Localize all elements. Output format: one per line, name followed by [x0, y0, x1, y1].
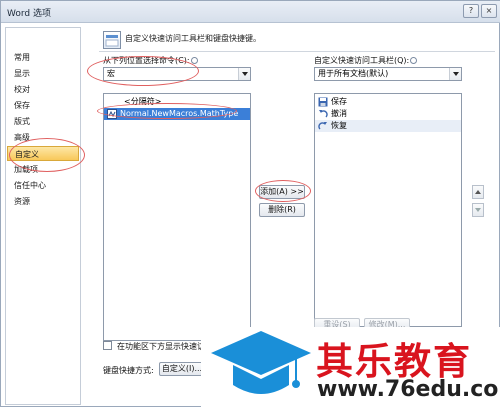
graduation-cap-logo [211, 331, 311, 394]
redo-icon [318, 121, 328, 131]
sidebar-item-save[interactable]: 保存 [7, 98, 79, 113]
sidebar-item-display[interactable]: 显示 [7, 66, 79, 81]
watermark-url: www.76edu.com [317, 377, 500, 402]
sidebar-item-proofing[interactable]: 校对 [7, 82, 79, 97]
customize-toolbar-icon [103, 31, 121, 49]
sidebar-item-layout[interactable]: 版式 [7, 114, 79, 129]
close-button[interactable]: × [481, 4, 497, 18]
keyboard-shortcuts-label: 键盘快捷方式: [103, 366, 154, 375]
save-icon [318, 97, 328, 107]
close-icon: × [485, 6, 493, 15]
options-sidebar: 常用 显示 校对 保存 版式 高级 自定义 加载项 信任中心 资源 [5, 27, 85, 405]
info-icon [410, 57, 418, 64]
watermark: 其乐教育 www.76edu.com [201, 327, 500, 407]
customize-toolbar-label: 自定义快速访问工具栏(Q): [314, 55, 418, 66]
quick-access-toolbar-listbox[interactable]: 保存 撤消 恢复 [314, 93, 462, 327]
customize-toolbar-value: 用于所有文档(默认) [318, 69, 389, 78]
word-options-dialog: Word 选项 ? × 常用 显示 校对 保存 版式 高级 自定义 加载项 信任… [0, 0, 500, 407]
help-button[interactable]: ? [463, 4, 479, 18]
undo-icon [318, 109, 328, 119]
title-bar: Word 选项 ? × [1, 1, 500, 23]
move-up-button[interactable] [472, 185, 484, 199]
sidebar-item-popular[interactable]: 常用 [7, 50, 79, 65]
move-down-button[interactable] [472, 203, 484, 217]
header-divider [99, 51, 495, 52]
remove-button[interactable]: 删除(R) [259, 203, 305, 217]
section-header: 自定义快速访问工具栏和键盘快捷键。 [125, 34, 261, 43]
commands-listbox[interactable]: <分隔符> Normal.NewMacros.MathType [103, 93, 251, 341]
annotation-ring-macro-dropdown [87, 56, 199, 86]
help-icon: ? [468, 6, 474, 15]
list-item-undo[interactable]: 撤消 [315, 108, 461, 120]
window-title: Word 选项 [7, 9, 51, 19]
list-item-save[interactable]: 保存 [315, 96, 461, 108]
sidebar-item-resources[interactable]: 资源 [7, 194, 79, 209]
show-below-ribbon-label: 在功能区下方显示快速访问 [117, 342, 213, 351]
chevron-down-icon[interactable] [238, 68, 250, 80]
annotation-ring-customize [9, 138, 85, 172]
show-below-ribbon-checkbox[interactable] [103, 341, 112, 350]
customize-toolbar-dropdown[interactable]: 用于所有文档(默认) [314, 67, 462, 81]
sidebar-item-trust-center[interactable]: 信任中心 [7, 178, 79, 193]
annotation-ring-add-button [255, 180, 311, 202]
customize-shortcuts-button[interactable]: 自定义(I)... [159, 362, 205, 376]
chevron-down-icon[interactable] [449, 68, 461, 80]
list-item-redo[interactable]: 恢复 [315, 120, 461, 132]
annotation-ring-macro-item [97, 103, 237, 119]
